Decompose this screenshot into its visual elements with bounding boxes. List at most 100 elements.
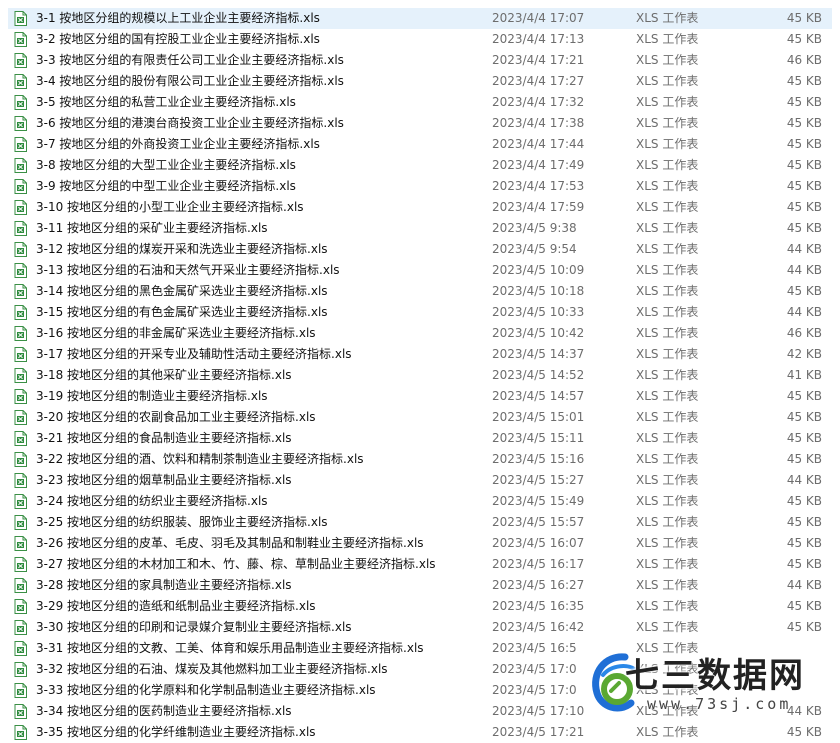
file-name: 3-26 按地区分组的皮革、毛皮、羽毛及其制品和制鞋业主要经济指标.xls	[36, 536, 424, 550]
xls-file-icon	[14, 641, 27, 656]
file-type: XLS 工作表	[636, 74, 699, 88]
file-size: 45 KB	[786, 494, 822, 508]
file-size: 45 KB	[786, 536, 822, 550]
file-date-modified: 2023/4/5 17:10	[492, 704, 585, 718]
file-row[interactable]: 3-33 按地区分组的化学原料和化学制品制造业主要经济指标.xls 2023/4/…	[8, 680, 832, 701]
file-type: XLS 工作表	[636, 137, 699, 151]
file-row[interactable]: 3-31 按地区分组的文教、工美、体育和娱乐用品制造业主要经济指标.xls 202…	[8, 638, 832, 659]
file-size: 45 KB	[786, 389, 822, 403]
file-size: 46 KB	[786, 326, 822, 340]
file-row[interactable]: 3-17 按地区分组的开采专业及辅助性活动主要经济指标.xls 2023/4/5 …	[8, 344, 832, 365]
xls-file-icon	[14, 410, 27, 425]
file-row[interactable]: 3-9 按地区分组的中型工业企业主要经济指标.xls 2023/4/4 17:53…	[8, 176, 832, 197]
xls-file-icon	[14, 347, 27, 362]
file-date-modified: 2023/4/5 10:09	[492, 263, 585, 277]
xls-file-icon	[14, 95, 27, 110]
file-date-modified: 2023/4/5 17:0	[492, 683, 577, 697]
xls-file-icon	[14, 704, 27, 719]
file-size: 44 KB	[786, 473, 822, 487]
file-row[interactable]: 3-5 按地区分组的私营工业企业主要经济指标.xls 2023/4/4 17:32…	[8, 92, 832, 113]
file-row[interactable]: 3-32 按地区分组的石油、煤炭及其他燃料加工业主要经济指标.xls 2023/4…	[8, 659, 832, 680]
xls-file-icon	[14, 53, 27, 68]
file-row[interactable]: 3-19 按地区分组的制造业主要经济指标.xls 2023/4/5 14:57 XL…	[8, 386, 832, 407]
file-row[interactable]: 3-28 按地区分组的家具制造业主要经济指标.xls 2023/4/5 16:27…	[8, 575, 832, 596]
file-date-modified: 2023/4/5 16:17	[492, 557, 585, 571]
file-row[interactable]: 3-12 按地区分组的煤炭开采和洗选业主要经济指标.xls 2023/4/5 9:…	[8, 239, 832, 260]
file-row[interactable]: 3-13 按地区分组的石油和天然气开采业主要经济指标.xls 2023/4/5 1…	[8, 260, 832, 281]
file-type: XLS 工作表	[636, 242, 699, 256]
file-row[interactable]: 3-14 按地区分组的黑色金属矿采选业主要经济指标.xls 2023/4/5 10…	[8, 281, 832, 302]
file-date-modified: 2023/4/4 17:32	[492, 95, 585, 109]
xls-file-icon	[14, 599, 27, 614]
file-row[interactable]: 3-25 按地区分组的纺织服装、服饰业主要经济指标.xls 2023/4/5 15…	[8, 512, 832, 533]
xls-file-icon	[14, 578, 27, 593]
file-type: XLS 工作表	[636, 494, 699, 508]
file-date-modified: 2023/4/5 9:54	[492, 242, 577, 256]
file-name: 3-16 按地区分组的非金属矿采选业主要经济指标.xls	[36, 326, 316, 340]
xls-file-icon	[14, 200, 27, 215]
xls-file-icon	[14, 116, 27, 131]
file-date-modified: 2023/4/5 15:57	[492, 515, 585, 529]
file-name: 3-10 按地区分组的小型工业企业主要经济指标.xls	[36, 200, 304, 214]
file-name: 3-33 按地区分组的化学原料和化学制品制造业主要经济指标.xls	[36, 683, 376, 697]
file-date-modified: 2023/4/5 14:52	[492, 368, 585, 382]
file-row[interactable]: 3-1 按地区分组的规模以上工业企业主要经济指标.xls 2023/4/4 17:…	[8, 8, 832, 29]
file-row[interactable]: 3-7 按地区分组的外商投资工业企业主要经济指标.xls 2023/4/4 17:…	[8, 134, 832, 155]
file-size: 44 KB	[786, 578, 822, 592]
file-name: 3-28 按地区分组的家具制造业主要经济指标.xls	[36, 578, 292, 592]
file-row[interactable]: 3-10 按地区分组的小型工业企业主要经济指标.xls 2023/4/4 17:5…	[8, 197, 832, 218]
file-size: 45 KB	[786, 452, 822, 466]
file-size: 45 KB	[786, 32, 822, 46]
file-row[interactable]: 3-23 按地区分组的烟草制品业主要经济指标.xls 2023/4/5 15:27…	[8, 470, 832, 491]
file-name: 3-8 按地区分组的大型工业企业主要经济指标.xls	[36, 158, 296, 172]
file-size: 42 KB	[786, 347, 822, 361]
file-date-modified: 2023/4/4 17:38	[492, 116, 585, 130]
file-name: 3-24 按地区分组的纺织业主要经济指标.xls	[36, 494, 268, 508]
file-date-modified: 2023/4/5 17:0	[492, 662, 577, 676]
file-date-modified: 2023/4/5 16:42	[492, 620, 585, 634]
file-row[interactable]: 3-29 按地区分组的造纸和纸制品业主要经济指标.xls 2023/4/5 16:…	[8, 596, 832, 617]
file-size: 41 KB	[786, 368, 822, 382]
file-type: XLS 工作表	[636, 263, 699, 277]
file-row[interactable]: 3-15 按地区分组的有色金属矿采选业主要经济指标.xls 2023/4/5 10…	[8, 302, 832, 323]
file-type: XLS 工作表	[636, 179, 699, 193]
file-row[interactable]: 3-34 按地区分组的医药制造业主要经济指标.xls 2023/4/5 17:10…	[8, 701, 832, 722]
xls-file-icon	[14, 284, 27, 299]
file-type: XLS 工作表	[636, 431, 699, 445]
file-row[interactable]: 3-26 按地区分组的皮革、毛皮、羽毛及其制品和制鞋业主要经济指标.xls 202…	[8, 533, 832, 554]
xls-file-icon	[14, 326, 27, 341]
file-row[interactable]: 3-16 按地区分组的非金属矿采选业主要经济指标.xls 2023/4/5 10:…	[8, 323, 832, 344]
file-row[interactable]: 3-21 按地区分组的食品制造业主要经济指标.xls 2023/4/5 15:11…	[8, 428, 832, 449]
file-date-modified: 2023/4/5 15:49	[492, 494, 585, 508]
file-row[interactable]: 3-6 按地区分组的港澳台商投资工业企业主要经济指标.xls 2023/4/4 1…	[8, 113, 832, 134]
file-row[interactable]: 3-20 按地区分组的农副食品加工业主要经济指标.xls 2023/4/5 15:…	[8, 407, 832, 428]
file-type: XLS 工作表	[636, 536, 699, 550]
file-row[interactable]: 3-2 按地区分组的国有控股工业企业主要经济指标.xls 2023/4/4 17:…	[8, 29, 832, 50]
file-type: XLS 工作表	[636, 11, 699, 25]
file-row[interactable]: 3-3 按地区分组的有限责任公司工业企业主要经济指标.xls 2023/4/4 1…	[8, 50, 832, 71]
file-row[interactable]: 3-11 按地区分组的采矿业主要经济指标.xls 2023/4/5 9:38 XLS…	[8, 218, 832, 239]
file-type: XLS 工作表	[636, 410, 699, 424]
file-name: 3-31 按地区分组的文教、工美、体育和娱乐用品制造业主要经济指标.xls	[36, 641, 424, 655]
xls-file-icon	[14, 431, 27, 446]
file-type: XLS 工作表	[636, 578, 699, 592]
file-row[interactable]: 3-30 按地区分组的印刷和记录媒介复制业主要经济指标.xls 2023/4/5 …	[8, 617, 832, 638]
file-row[interactable]: 3-24 按地区分组的纺织业主要经济指标.xls 2023/4/5 15:49 XL…	[8, 491, 832, 512]
file-size: 45 KB	[786, 95, 822, 109]
file-size: 45 KB	[786, 284, 822, 298]
file-type: XLS 工作表	[636, 473, 699, 487]
file-type: XLS 工作表	[636, 200, 699, 214]
file-type: XLS 工作表	[636, 662, 699, 676]
file-row[interactable]: 3-22 按地区分组的酒、饮料和精制茶制造业主要经济指标.xls 2023/4/5…	[8, 449, 832, 470]
file-row[interactable]: 3-27 按地区分组的木材加工和木、竹、藤、棕、草制品业主要经济指标.xls 20…	[8, 554, 832, 575]
file-size: 45 KB	[786, 200, 822, 214]
file-date-modified: 2023/4/5 16:27	[492, 578, 585, 592]
file-name: 3-9 按地区分组的中型工业企业主要经济指标.xls	[36, 179, 296, 193]
file-name: 3-32 按地区分组的石油、煤炭及其他燃料加工业主要经济指标.xls	[36, 662, 388, 676]
file-type: XLS 工作表	[636, 599, 699, 613]
file-name: 3-6 按地区分组的港澳台商投资工业企业主要经济指标.xls	[36, 116, 344, 130]
file-row[interactable]: 3-8 按地区分组的大型工业企业主要经济指标.xls 2023/4/4 17:49…	[8, 155, 832, 176]
file-row[interactable]: 3-4 按地区分组的股份有限公司工业企业主要经济指标.xls 2023/4/4 1…	[8, 71, 832, 92]
file-row[interactable]: 3-18 按地区分组的其他采矿业主要经济指标.xls 2023/4/5 14:52…	[8, 365, 832, 386]
file-date-modified: 2023/4/5 14:37	[492, 347, 585, 361]
